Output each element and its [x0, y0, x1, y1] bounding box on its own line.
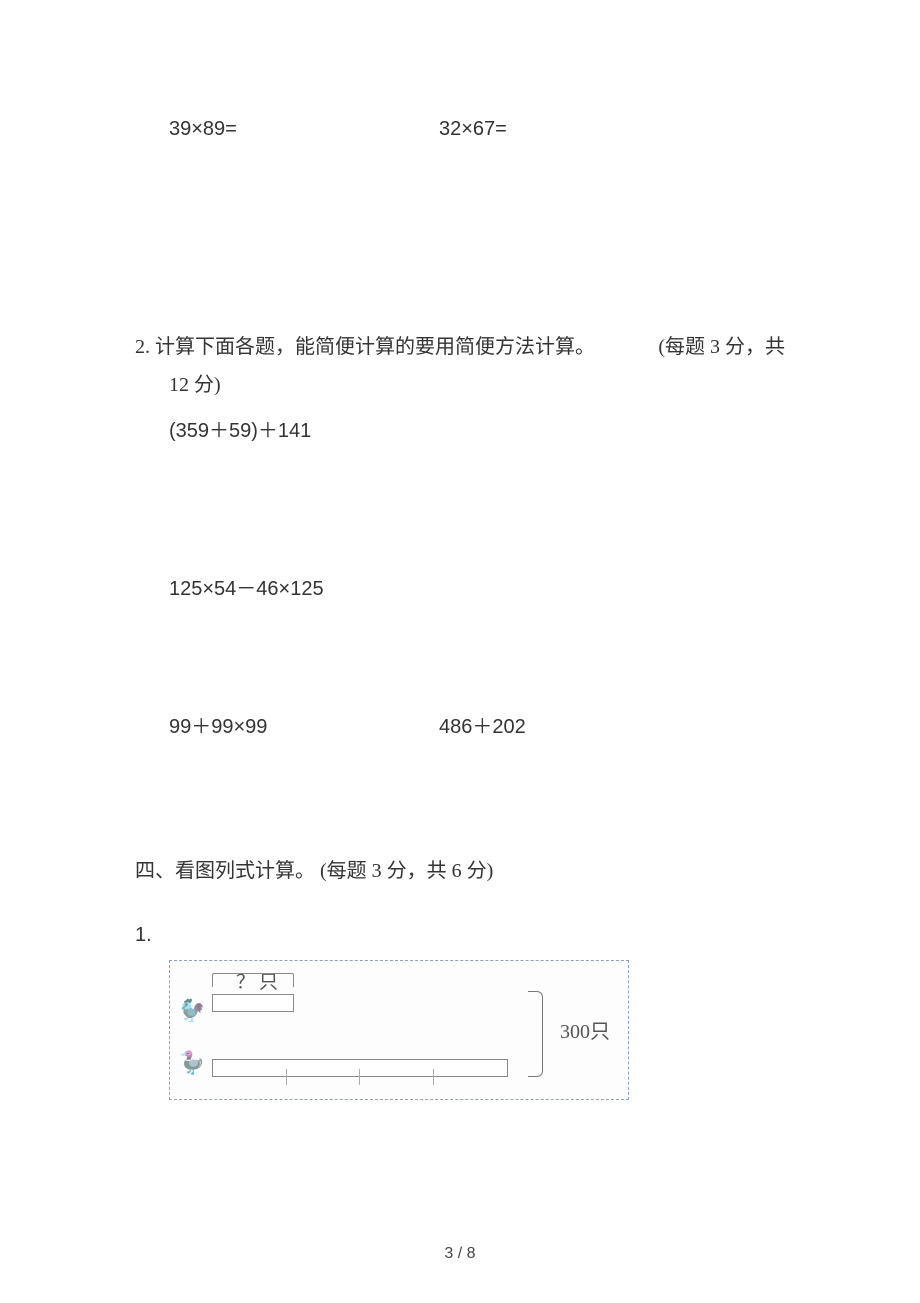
- page-footer: 3 / 8: [0, 1245, 920, 1263]
- figure-total-label: 300只: [560, 1013, 610, 1051]
- figure-row-duck: 🦆: [178, 1049, 508, 1077]
- expression-row-3: 99＋99×99 486＋202: [135, 708, 785, 746]
- section-2-score: (每题 3 分，共: [658, 328, 785, 366]
- brace-total-icon: [528, 991, 544, 1077]
- expr-32x67: 32×67=: [439, 110, 507, 148]
- figure-1: ？只 🐓 🦆 300只: [169, 960, 629, 1100]
- expr-359-59-141: (359＋59)＋141: [135, 412, 785, 450]
- section-4-heading: 四、看图列式计算。 (每题 3 分，共 6 分): [135, 852, 785, 890]
- expr-125-54-46-125: 125×54－46×125: [135, 570, 785, 608]
- expression-row-1: 39×89= 32×67=: [135, 110, 785, 148]
- figure-row-rooster: 🐓: [178, 987, 294, 1025]
- section-2-heading: 2. 计算下面各题，能简便计算的要用简便方法计算。 (每题 3 分，共: [135, 328, 785, 366]
- rooster-icon: 🐓: [178, 997, 206, 1025]
- expr-99-99x99: 99＋99×99: [169, 708, 439, 746]
- section-2-prefix: 2. 计算下面各题，能简便计算的要用简便方法计算。: [135, 328, 595, 366]
- expr-486-202: 486＋202: [439, 708, 526, 746]
- section-4-item-1-num: 1.: [135, 916, 785, 954]
- tape-small: [212, 994, 294, 1012]
- section-2-num: 2.: [135, 336, 150, 358]
- section-2-title: 计算下面各题，能简便计算的要用简便方法计算。: [155, 336, 595, 358]
- expr-39x89: 39×89=: [169, 110, 439, 148]
- section-2-score-line2: 12 分): [135, 366, 785, 404]
- duck-icon: 🦆: [178, 1049, 206, 1077]
- figure-1-box: ？只 🐓 🦆 300只: [169, 960, 629, 1100]
- tape-large: [212, 1059, 508, 1077]
